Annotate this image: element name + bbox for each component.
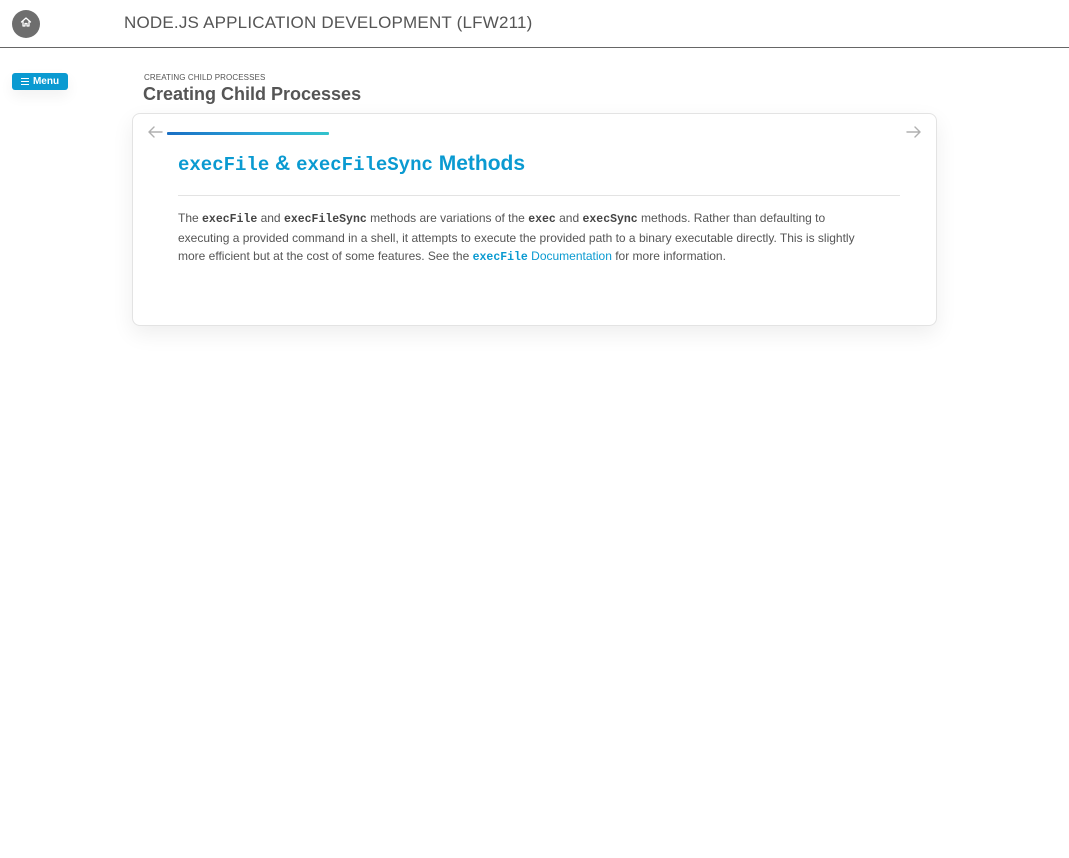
page-title: Creating Child Processes [143,84,362,104]
next-slide-button[interactable] [905,125,923,143]
home-button[interactable] [12,10,40,38]
home-icon [20,15,32,33]
arrow-right-icon [906,125,922,144]
arrow-left-icon [147,125,163,144]
link-text[interactable]: Documentation [528,249,612,263]
execfile-documentation-link[interactable]: execFile Documentation [473,249,612,264]
inline-code: execFile [202,213,258,226]
body-text: for more information. [611,249,726,263]
body-text: The [178,211,203,225]
inline-code: exec [528,213,556,226]
body-text: and [555,211,583,225]
heading-code-execfile: execFile [178,154,270,176]
body-text: methods are variations of the [366,211,529,225]
previous-slide-button[interactable] [146,125,164,143]
inline-code: execFileSync [283,213,367,226]
heading-divider [178,195,900,196]
top-bar: NODE.JS APPLICATION DEVELOPMENT (LFW211) [0,0,1069,48]
course-title: NODE.JS APPLICATION DEVELOPMENT (LFW211) [124,13,533,32]
breadcrumb: CREATING CHILD PROCESSES [144,73,266,82]
menu-label: Menu [32,76,60,87]
menu-button[interactable]: Menu [12,73,68,90]
slide-progress-bar [167,132,329,135]
slide-body-text: The execFile and execFileSync methods ar… [178,209,878,267]
slide-heading: execFile & execFileSync Methods [178,152,525,176]
slide-card: execFile & execFileSync Methods The exec… [132,113,937,326]
heading-methods: Methods [432,152,526,175]
heading-ampersand: & [269,152,297,175]
body-text: and [257,211,284,225]
inline-code: execSync [582,213,638,226]
hamburger-icon [20,77,29,87]
heading-code-execfilesync: execFileSync [296,154,433,176]
link-code[interactable]: execFile [473,251,528,264]
